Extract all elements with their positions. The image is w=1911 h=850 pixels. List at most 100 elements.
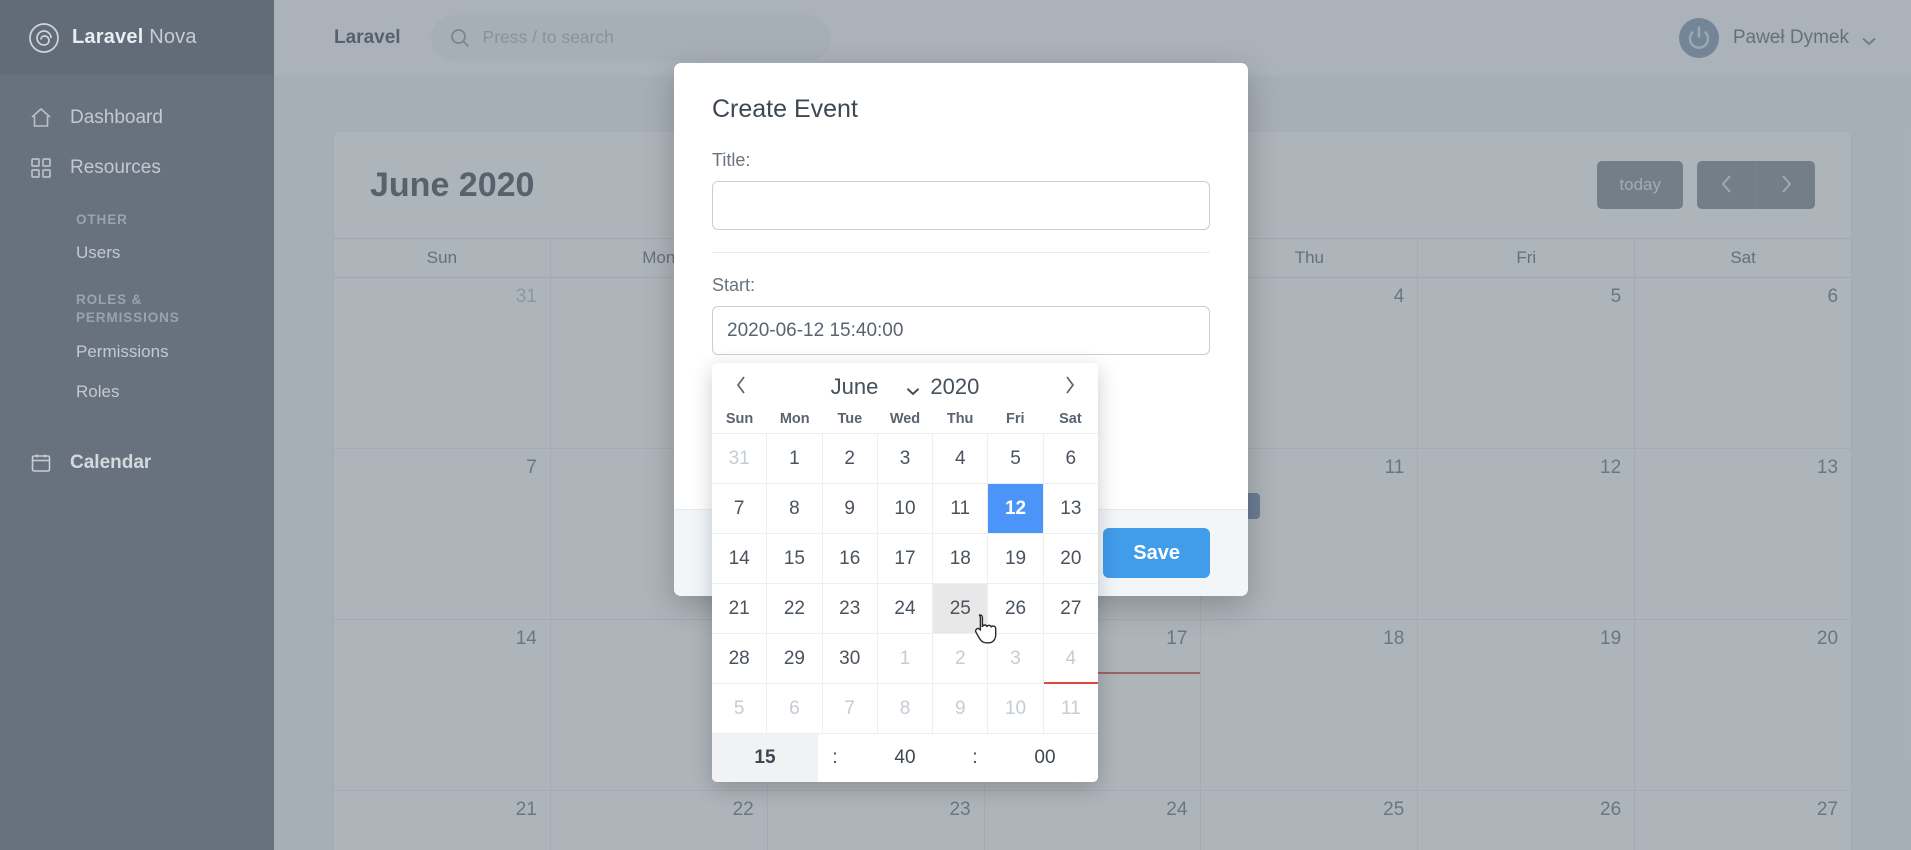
datepicker-day[interactable]: 24 [876, 584, 932, 633]
datepicker-day[interactable]: 29 [766, 634, 821, 683]
datepicker-day[interactable]: 4 [932, 434, 987, 483]
datepicker-week-row: 31 1 2 3 4 5 6 [712, 433, 1098, 483]
datepicker-day[interactable]: 17 [876, 534, 932, 583]
datepicker-day[interactable]: 9 [932, 684, 987, 733]
datepicker-month-year: June 2020 [754, 374, 1056, 400]
datepicker-day[interactable]: 26 [987, 584, 1042, 633]
datepicker-day[interactable]: 11 [932, 484, 987, 533]
datepicker-day[interactable]: 2 [821, 434, 877, 483]
datepicker-day[interactable]: 31 [712, 434, 766, 483]
sidebar-item-resources-label: Resources [70, 157, 161, 178]
sidebar-brand[interactable]: Laravel Nova [0, 0, 274, 75]
datepicker-day-hovered[interactable]: 25 [932, 584, 988, 633]
datepicker-day[interactable]: 19 [987, 534, 1042, 583]
datepicker-day[interactable]: 13 [1042, 484, 1098, 533]
datepicker-day[interactable]: 27 [1042, 584, 1098, 633]
modal-title: Create Event [712, 95, 858, 123]
time-separator: : [972, 747, 978, 768]
datepicker-header: June 2020 [712, 363, 1098, 411]
datepicker-day[interactable]: 8 [766, 484, 821, 533]
datepicker-day[interactable]: 11 [1042, 684, 1098, 733]
datepicker-week-row: 5 6 7 8 9 10 11 [712, 683, 1098, 733]
datepicker-day[interactable]: 15 [766, 534, 821, 583]
time-separator: : [832, 747, 838, 768]
sidebar-heading-roles-permissions: ROLES & PERMISSIONS [76, 292, 180, 326]
title-field-block: Title: [712, 150, 1210, 230]
datepicker-day[interactable]: 22 [766, 584, 821, 633]
datepicker-day[interactable]: 2 [932, 634, 987, 683]
start-field-label: Start: [712, 275, 756, 295]
sidebar-item-calendar[interactable]: Calendar [0, 438, 274, 488]
sidebar-brand-text: Laravel Nova [72, 26, 197, 49]
sidebar-item-resources[interactable]: Resources [0, 143, 274, 193]
datepicker-day[interactable]: 6 [766, 684, 821, 733]
datepicker-day[interactable]: 18 [932, 534, 987, 583]
sidebar-item-calendar-label: Calendar [70, 451, 152, 473]
datepicker-month-select[interactable]: June [831, 374, 879, 400]
time-minutes[interactable]: 40 [852, 734, 958, 782]
datepicker-day[interactable]: 5 [987, 434, 1042, 483]
datepicker-week-row: 21 22 23 24 25 26 27 [712, 583, 1098, 633]
sidebar-item-dashboard[interactable]: Dashboard [0, 93, 274, 143]
datepicker-day[interactable]: 20 [1042, 534, 1098, 583]
datepicker-prev-button[interactable] [728, 374, 754, 400]
datepicker-dow: Mon [779, 411, 810, 427]
datepicker-day[interactable]: 16 [821, 534, 877, 583]
datepicker-popup: June 2020 Sun Mon Tue Wed Thu Fri Sat 31 [712, 363, 1098, 782]
datepicker-day[interactable]: 4 [1042, 634, 1098, 684]
datepicker-next-button[interactable] [1056, 374, 1082, 400]
laravel-nova-logo-icon [28, 22, 60, 54]
time-hours[interactable]: 15 [712, 734, 818, 782]
datepicker-day[interactable]: 10 [876, 484, 932, 533]
sidebar: Laravel Nova Dashboard Resources OTHER U… [0, 0, 274, 850]
sidebar-item-dashboard-label: Dashboard [70, 107, 163, 128]
datepicker-day[interactable]: 3 [876, 434, 932, 483]
datepicker-week-row: 14 15 16 17 18 19 20 [712, 533, 1098, 583]
home-icon [28, 105, 54, 131]
datepicker-dow: Tue [837, 411, 863, 427]
datepicker-day[interactable]: 9 [821, 484, 877, 533]
datepicker-dow: Sat [1059, 411, 1082, 427]
datepicker-dow: Sun [725, 411, 754, 427]
title-field-label: Title: [712, 150, 751, 170]
datepicker-week-row: 28 29 30 1 2 3 4 [712, 633, 1098, 684]
datepicker-day[interactable]: 7 [712, 484, 766, 533]
start-datetime-input[interactable] [712, 306, 1210, 355]
brand-strong: Laravel [72, 26, 144, 48]
datepicker-day-headers: Sun Mon Tue Wed Thu Fri Sat [712, 411, 1098, 433]
brand-light: Nova [143, 26, 197, 48]
sidebar-item-permissions[interactable]: Permissions [0, 332, 274, 372]
chevron-right-icon [1063, 375, 1076, 400]
time-seconds[interactable]: 00 [992, 734, 1098, 782]
datepicker-day[interactable]: 3 [987, 634, 1042, 683]
sidebar-heading-other: OTHER [76, 212, 128, 227]
datepicker-day-selected[interactable]: 12 [987, 484, 1043, 533]
datepicker-day[interactable]: 14 [712, 534, 766, 583]
start-field-block: Start: [712, 275, 1210, 355]
datepicker-day[interactable]: 7 [821, 684, 877, 733]
sidebar-nav: Dashboard Resources OTHER Users ROLES & … [0, 75, 274, 488]
app-root: Laravel Nova Dashboard Resources OTHER U… [0, 0, 1911, 850]
calendar-icon [28, 450, 54, 476]
save-button[interactable]: Save [1103, 528, 1210, 578]
datepicker-day[interactable]: 5 [712, 684, 766, 733]
datepicker-year-select[interactable]: 2020 [930, 374, 979, 400]
modal-divider [712, 252, 1210, 253]
datepicker-day[interactable]: 1 [766, 434, 821, 483]
datepicker-dow: Fri [1006, 411, 1025, 427]
datepicker-day[interactable]: 10 [987, 684, 1042, 733]
chevron-down-icon[interactable] [906, 383, 920, 395]
datepicker-dow: Wed [889, 411, 921, 427]
title-input[interactable] [712, 181, 1210, 230]
datepicker-day[interactable]: 6 [1042, 434, 1098, 483]
datepicker-day[interactable]: 8 [876, 684, 932, 733]
sidebar-item-users[interactable]: Users [0, 233, 274, 273]
datepicker-day[interactable]: 28 [712, 634, 766, 683]
datepicker-day[interactable]: 23 [821, 584, 877, 633]
datepicker-day[interactable]: 30 [821, 634, 877, 683]
datepicker-day[interactable]: 1 [876, 634, 932, 683]
grid-icon [28, 155, 54, 181]
datepicker-time-row: 15 : 40 : 00 [712, 733, 1098, 782]
datepicker-day[interactable]: 21 [712, 584, 766, 633]
sidebar-item-roles[interactable]: Roles [0, 372, 274, 412]
